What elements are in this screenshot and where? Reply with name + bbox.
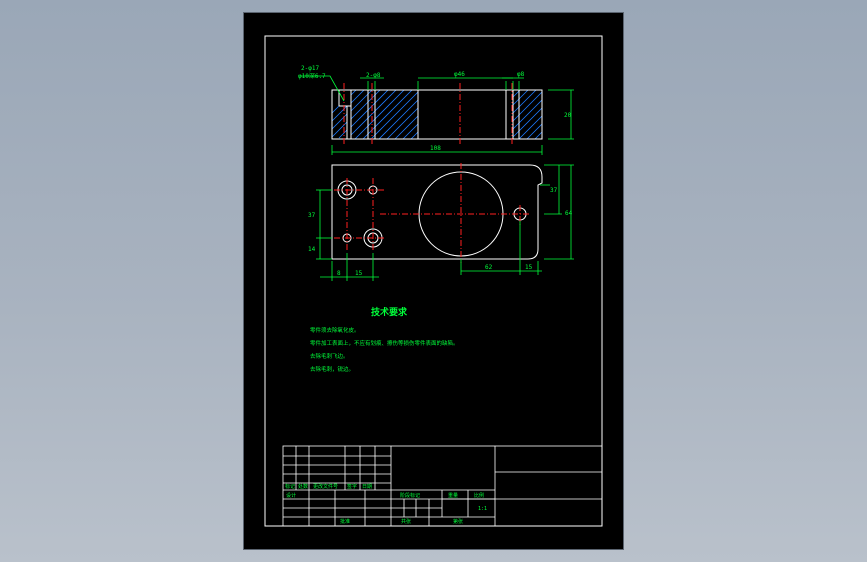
x-dimension-2: 15 xyxy=(355,270,363,277)
tb-count: 处数 xyxy=(298,483,308,490)
tb-weight: 重量 xyxy=(448,492,458,499)
tb-sheet-no: 第张 xyxy=(453,518,463,525)
tech-req-title: 技术要求 xyxy=(371,306,408,318)
length-dimension: 108 xyxy=(430,145,441,152)
top-view: 37 14 8 15 62 15 37 64 xyxy=(308,163,574,281)
vertical-dimension-b: 14 xyxy=(308,246,316,253)
right-dimension-b: 64 xyxy=(565,210,573,217)
tb-file-no: 更改文件号 xyxy=(313,483,338,490)
tech-req-line-1: 零件须去除氧化皮。 xyxy=(310,326,360,334)
tech-req-line-3: 去除毛刺飞边。 xyxy=(310,352,349,360)
tech-req-line-4: 去除毛刺，锐边。 xyxy=(310,365,354,373)
x-dimension-4: 15 xyxy=(525,264,533,271)
tb-scale-value: 1:1 xyxy=(478,506,487,512)
leader-bottom-label: φ10深6.7 xyxy=(298,72,326,80)
x-dimension-3: 62 xyxy=(485,264,493,271)
leader-top-label: 2-φ17 xyxy=(301,65,319,72)
tb-stage-mark: 阶段标记 xyxy=(400,492,420,499)
height-dimension: 20 xyxy=(564,112,572,119)
tb-date: 日期 xyxy=(362,484,372,490)
cad-drawing: 2-φ17 φ10深6.7 2-φ8 φ46 φ8 108 20 37 14 8… xyxy=(264,35,603,527)
tb-signature: 签字 xyxy=(347,483,357,490)
bore-dimension: φ46 xyxy=(454,71,465,78)
tb-scale: 比例 xyxy=(474,492,484,499)
tech-req-line-2: 零件加工表面上，不应有划痕、擦伤等损伤零件表面的缺陷。 xyxy=(310,339,459,347)
small-hole-dimension: φ8 xyxy=(517,71,525,78)
drawing-frame xyxy=(264,35,603,527)
front-view: 2-φ17 φ10深6.7 2-φ8 φ46 φ8 108 20 xyxy=(298,65,574,155)
drawing-sheet: 2-φ17 φ10深6.7 2-φ8 φ46 φ8 108 20 37 14 8… xyxy=(244,13,623,549)
pin-dimension: 2-φ8 xyxy=(366,72,381,79)
title-block: 标记 处数 更改文件号 签字 日期 设计 阶段标记 重量 比例 1:1 批准 共… xyxy=(282,445,603,527)
vertical-dimension-a: 37 xyxy=(308,212,316,219)
tb-designer: 设计 xyxy=(286,492,296,499)
right-dimension-a: 37 xyxy=(550,187,558,194)
tb-mark: 标记 xyxy=(285,483,295,490)
technical-requirements: 技术要求 零件须去除氧化皮。 零件加工表面上，不应有划痕、擦伤等损伤零件表面的缺… xyxy=(310,306,459,373)
tb-approve: 批准 xyxy=(340,518,350,525)
x-dimension-1: 8 xyxy=(337,270,341,277)
tb-sheets-total: 共张 xyxy=(401,518,411,525)
